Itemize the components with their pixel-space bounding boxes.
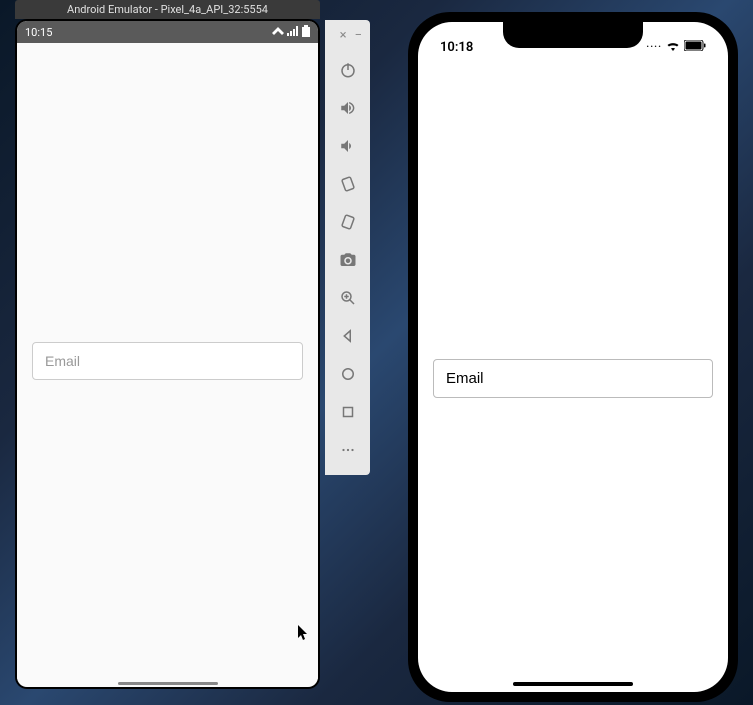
android-window-title: Android Emulator - Pixel_4a_API_32:5554 <box>15 0 320 19</box>
signal-icon <box>287 26 299 39</box>
ios-screen: 10:18 ···· <box>418 22 728 692</box>
android-navbar <box>17 679 318 687</box>
battery-icon <box>684 40 706 55</box>
android-time: 10:15 <box>25 26 52 39</box>
volume-up-button[interactable] <box>325 89 370 127</box>
minimize-button[interactable]: − <box>355 28 362 43</box>
volume-down-button[interactable] <box>325 127 370 165</box>
home-button[interactable] <box>325 355 370 393</box>
more-button[interactable] <box>325 431 370 469</box>
android-statusbar: 10:15 <box>17 21 318 43</box>
close-button[interactable]: × <box>340 28 347 43</box>
android-status-icons <box>272 25 310 40</box>
cellular-dots-icon: ···· <box>646 42 662 53</box>
zoom-button[interactable] <box>325 279 370 317</box>
ios-time: 10:18 <box>440 40 473 55</box>
power-button[interactable] <box>325 51 370 89</box>
back-button[interactable] <box>325 317 370 355</box>
email-field[interactable] <box>433 359 713 398</box>
android-device-frame: 10:15 <box>15 19 320 689</box>
rotate-left-button[interactable] <box>325 165 370 203</box>
wifi-icon <box>272 26 284 39</box>
email-field[interactable] <box>32 342 303 380</box>
rotate-right-button[interactable] <box>325 203 370 241</box>
ios-app-content <box>418 64 728 692</box>
ios-simulator-frame: 10:18 ···· <box>408 12 738 702</box>
android-app-content <box>17 43 318 679</box>
overview-button[interactable] <box>325 393 370 431</box>
android-screen: 10:15 <box>17 21 318 687</box>
ios-status-icons: ···· <box>646 40 706 55</box>
android-nav-handle[interactable] <box>118 682 218 685</box>
ios-notch <box>503 22 643 48</box>
ios-home-indicator[interactable] <box>513 682 633 686</box>
android-emulator-window: Android Emulator - Pixel_4a_API_32:5554 … <box>15 0 320 689</box>
emulator-toolbar: × − <box>325 20 370 475</box>
camera-button[interactable] <box>325 241 370 279</box>
battery-icon <box>302 25 310 40</box>
toolbar-window-controls: × − <box>325 26 370 51</box>
wifi-icon <box>666 40 680 55</box>
